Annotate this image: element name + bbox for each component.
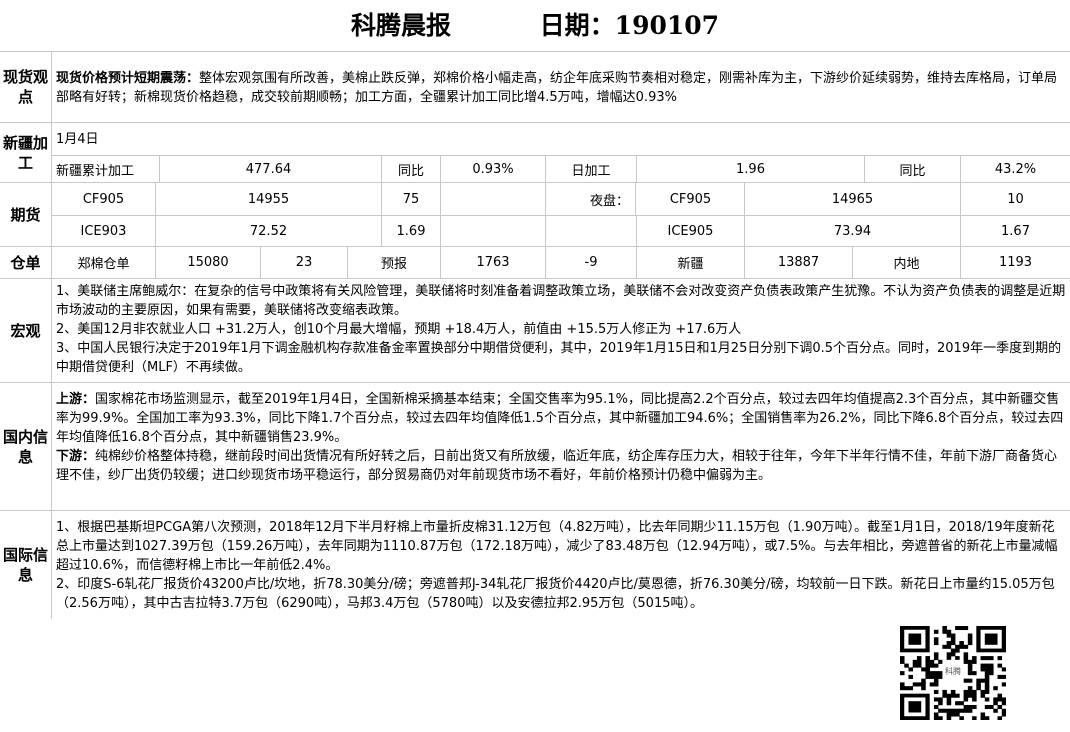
futures-cell — [441, 216, 546, 246]
spot-lead: 现货价格预计短期震荡： — [56, 71, 200, 86]
warehouse-cell: 1193 — [998, 255, 1033, 270]
futures-row-2: ICE903 72.52 1.69 ICE905 73.94 1.67 — [52, 216, 1070, 246]
domestic-label: 国内信息 — [0, 383, 52, 510]
xinjiang-cell: 43.2% — [994, 161, 1037, 177]
qr-center-label: 科腾 — [945, 666, 961, 676]
xinjiang-row: 新疆加工 1月4日 新疆累计加工 477.64 同比 0.93% 日加工 1.9… — [0, 123, 1070, 183]
report-sheet: 科腾晨报 日期：190107 现货观点 现货价格预计短期震荡：整体宏观氛围有所改… — [0, 0, 1070, 732]
futures-cell: CF905 — [52, 183, 156, 215]
intl-line: 1、根据巴基斯坦PCGA第八次预测，2018年12月下半月籽棉上市量折皮棉31.… — [56, 520, 1058, 573]
xinjiang-date: 1月4日 — [52, 123, 1070, 156]
futures-cell: ICE905 — [637, 216, 745, 246]
xinjiang-cell: 477.64 — [156, 156, 382, 182]
xinjiang-cell: 日加工 — [546, 156, 637, 182]
futures-cell: ICE903 — [52, 216, 156, 246]
macro-line: 1、美联储主席鲍威尔：在复杂的信号中政策将有关风险管理，美联储将时刻准备着调整政… — [56, 284, 1066, 318]
downstream-lead: 下游： — [56, 449, 96, 464]
warehouse-cell: 郑棉仓单 — [52, 247, 156, 278]
xinjiang-cell: 1.96 — [637, 156, 865, 182]
futures-cell: 75 — [382, 183, 441, 215]
warehouse-cell: 23 — [261, 247, 348, 278]
xinjiang-table: 新疆累计加工 477.64 同比 0.93% 日加工 1.96 同比 43.2% — [52, 156, 1070, 182]
upstream-text: 国家棉花市场监测显示，截至2019年1月4日，全国新棉采摘基本结束；全国交售率为… — [56, 392, 1064, 445]
spot-body: 现货价格预计短期震荡：整体宏观氛围有所改善，美棉止跌反弹，郑棉价格小幅走高，纺企… — [52, 52, 1070, 122]
report-date: 日期：190107 — [539, 11, 720, 40]
futures-cell: 1.69 — [382, 216, 441, 246]
warehouse-cell: 预报 — [348, 247, 441, 278]
spot-label: 现货观点 — [0, 52, 52, 122]
domestic-body: 上游：国家棉花市场监测显示，截至2019年1月4日，全国新棉采摘基本结束；全国交… — [52, 383, 1070, 510]
macro-line: 2、美国12月非农就业人口 +31.2万人，创10个月最大增幅，预期 +18.4… — [56, 322, 742, 337]
futures-row: 期货 CF905 14955 75 夜盘： CF905 14965 10 ICE… — [0, 183, 1070, 247]
futures-cell: 73.94 — [745, 216, 961, 246]
spot-row: 现货观点 现货价格预计短期震荡：整体宏观氛围有所改善，美棉止跌反弹，郑棉价格小幅… — [0, 52, 1070, 123]
macro-body: 1、美联储主席鲍威尔：在复杂的信号中政策将有关风险管理，美联储将时刻准备着调整政… — [52, 279, 1070, 382]
intl-line: 2、印度S-6轧花厂报货价43200卢比/坎地，折78.30美分/磅；旁遮普邦J… — [56, 577, 1055, 611]
warehouse-cell: 13887 — [745, 247, 853, 278]
xinjiang-cell: 0.93% — [441, 156, 546, 182]
report-header: 科腾晨报 日期：190107 — [0, 0, 1070, 52]
futures-cell — [546, 216, 637, 246]
warehouse-label: 仓单 — [0, 247, 52, 278]
warehouse-cell: 新疆 — [637, 247, 745, 278]
xinjiang-cell: 同比 — [865, 156, 961, 182]
futures-cell: 1.67 — [1001, 223, 1030, 239]
report-title: 科腾晨报 — [350, 11, 451, 40]
warehouse-row: 仓单 郑棉仓单 15080 23 预报 1763 -9 新疆 13887 内地 … — [0, 247, 1070, 279]
xinjiang-cell: 新疆累计加工 — [52, 156, 160, 182]
futures-cell: 14965 — [745, 183, 961, 215]
upstream-paragraph: 上游：国家棉花市场监测显示，截至2019年1月4日，全国新棉采摘基本结束；全国交… — [56, 390, 1066, 447]
xinjiang-label: 新疆加工 — [0, 123, 52, 182]
downstream-text: 纯棉纱价格整体持稳，继前段时间出货情况有所好转之后，日前出货又有所放缓，临近年底… — [56, 449, 1058, 483]
futures-cell: 14955 — [156, 183, 382, 215]
night-session-label: 夜盘： — [546, 183, 636, 215]
macro-row: 宏观 1、美联储主席鲍威尔：在复杂的信号中政策将有关风险管理，美联储将时刻准备着… — [0, 279, 1070, 383]
futures-cell: 72.52 — [156, 216, 382, 246]
warehouse-table: 郑棉仓单 15080 23 预报 1763 -9 新疆 13887 内地 119… — [52, 247, 1070, 278]
qr-code-icon: 科腾 — [900, 626, 1007, 721]
macro-label: 宏观 — [0, 279, 52, 382]
warehouse-cell: 1763 — [441, 247, 546, 278]
intl-label: 国际信息 — [0, 511, 52, 619]
warehouse-cell: 内地 — [853, 247, 961, 278]
macro-line: 3、中国人民银行决定于2019年1月下调金融机构存款准备金率置换部分中期借贷便利… — [56, 341, 1062, 375]
downstream-paragraph: 下游：纯棉纱价格整体持稳，继前段时间出货情况有所好转之后，日前出货又有所放缓，临… — [56, 447, 1066, 485]
futures-cell: 10 — [1007, 191, 1024, 207]
futures-row-1: CF905 14955 75 夜盘： CF905 14965 10 — [52, 183, 1070, 216]
domestic-row: 国内信息 上游：国家棉花市场监测显示，截至2019年1月4日，全国新棉采摘基本结… — [0, 383, 1070, 511]
upstream-lead: 上游： — [56, 392, 96, 407]
warehouse-cell: 15080 — [156, 247, 261, 278]
warehouse-cell: -9 — [546, 247, 637, 278]
futures-label: 期货 — [0, 183, 52, 246]
futures-cell: CF905 — [637, 183, 745, 215]
futures-cell — [441, 183, 546, 215]
spot-text: 整体宏观氛围有所改善，美棉止跌反弹，郑棉价格小幅走高，纺企年底采购节奏相对稳定，… — [56, 71, 1058, 105]
xinjiang-cell: 同比 — [382, 156, 441, 182]
